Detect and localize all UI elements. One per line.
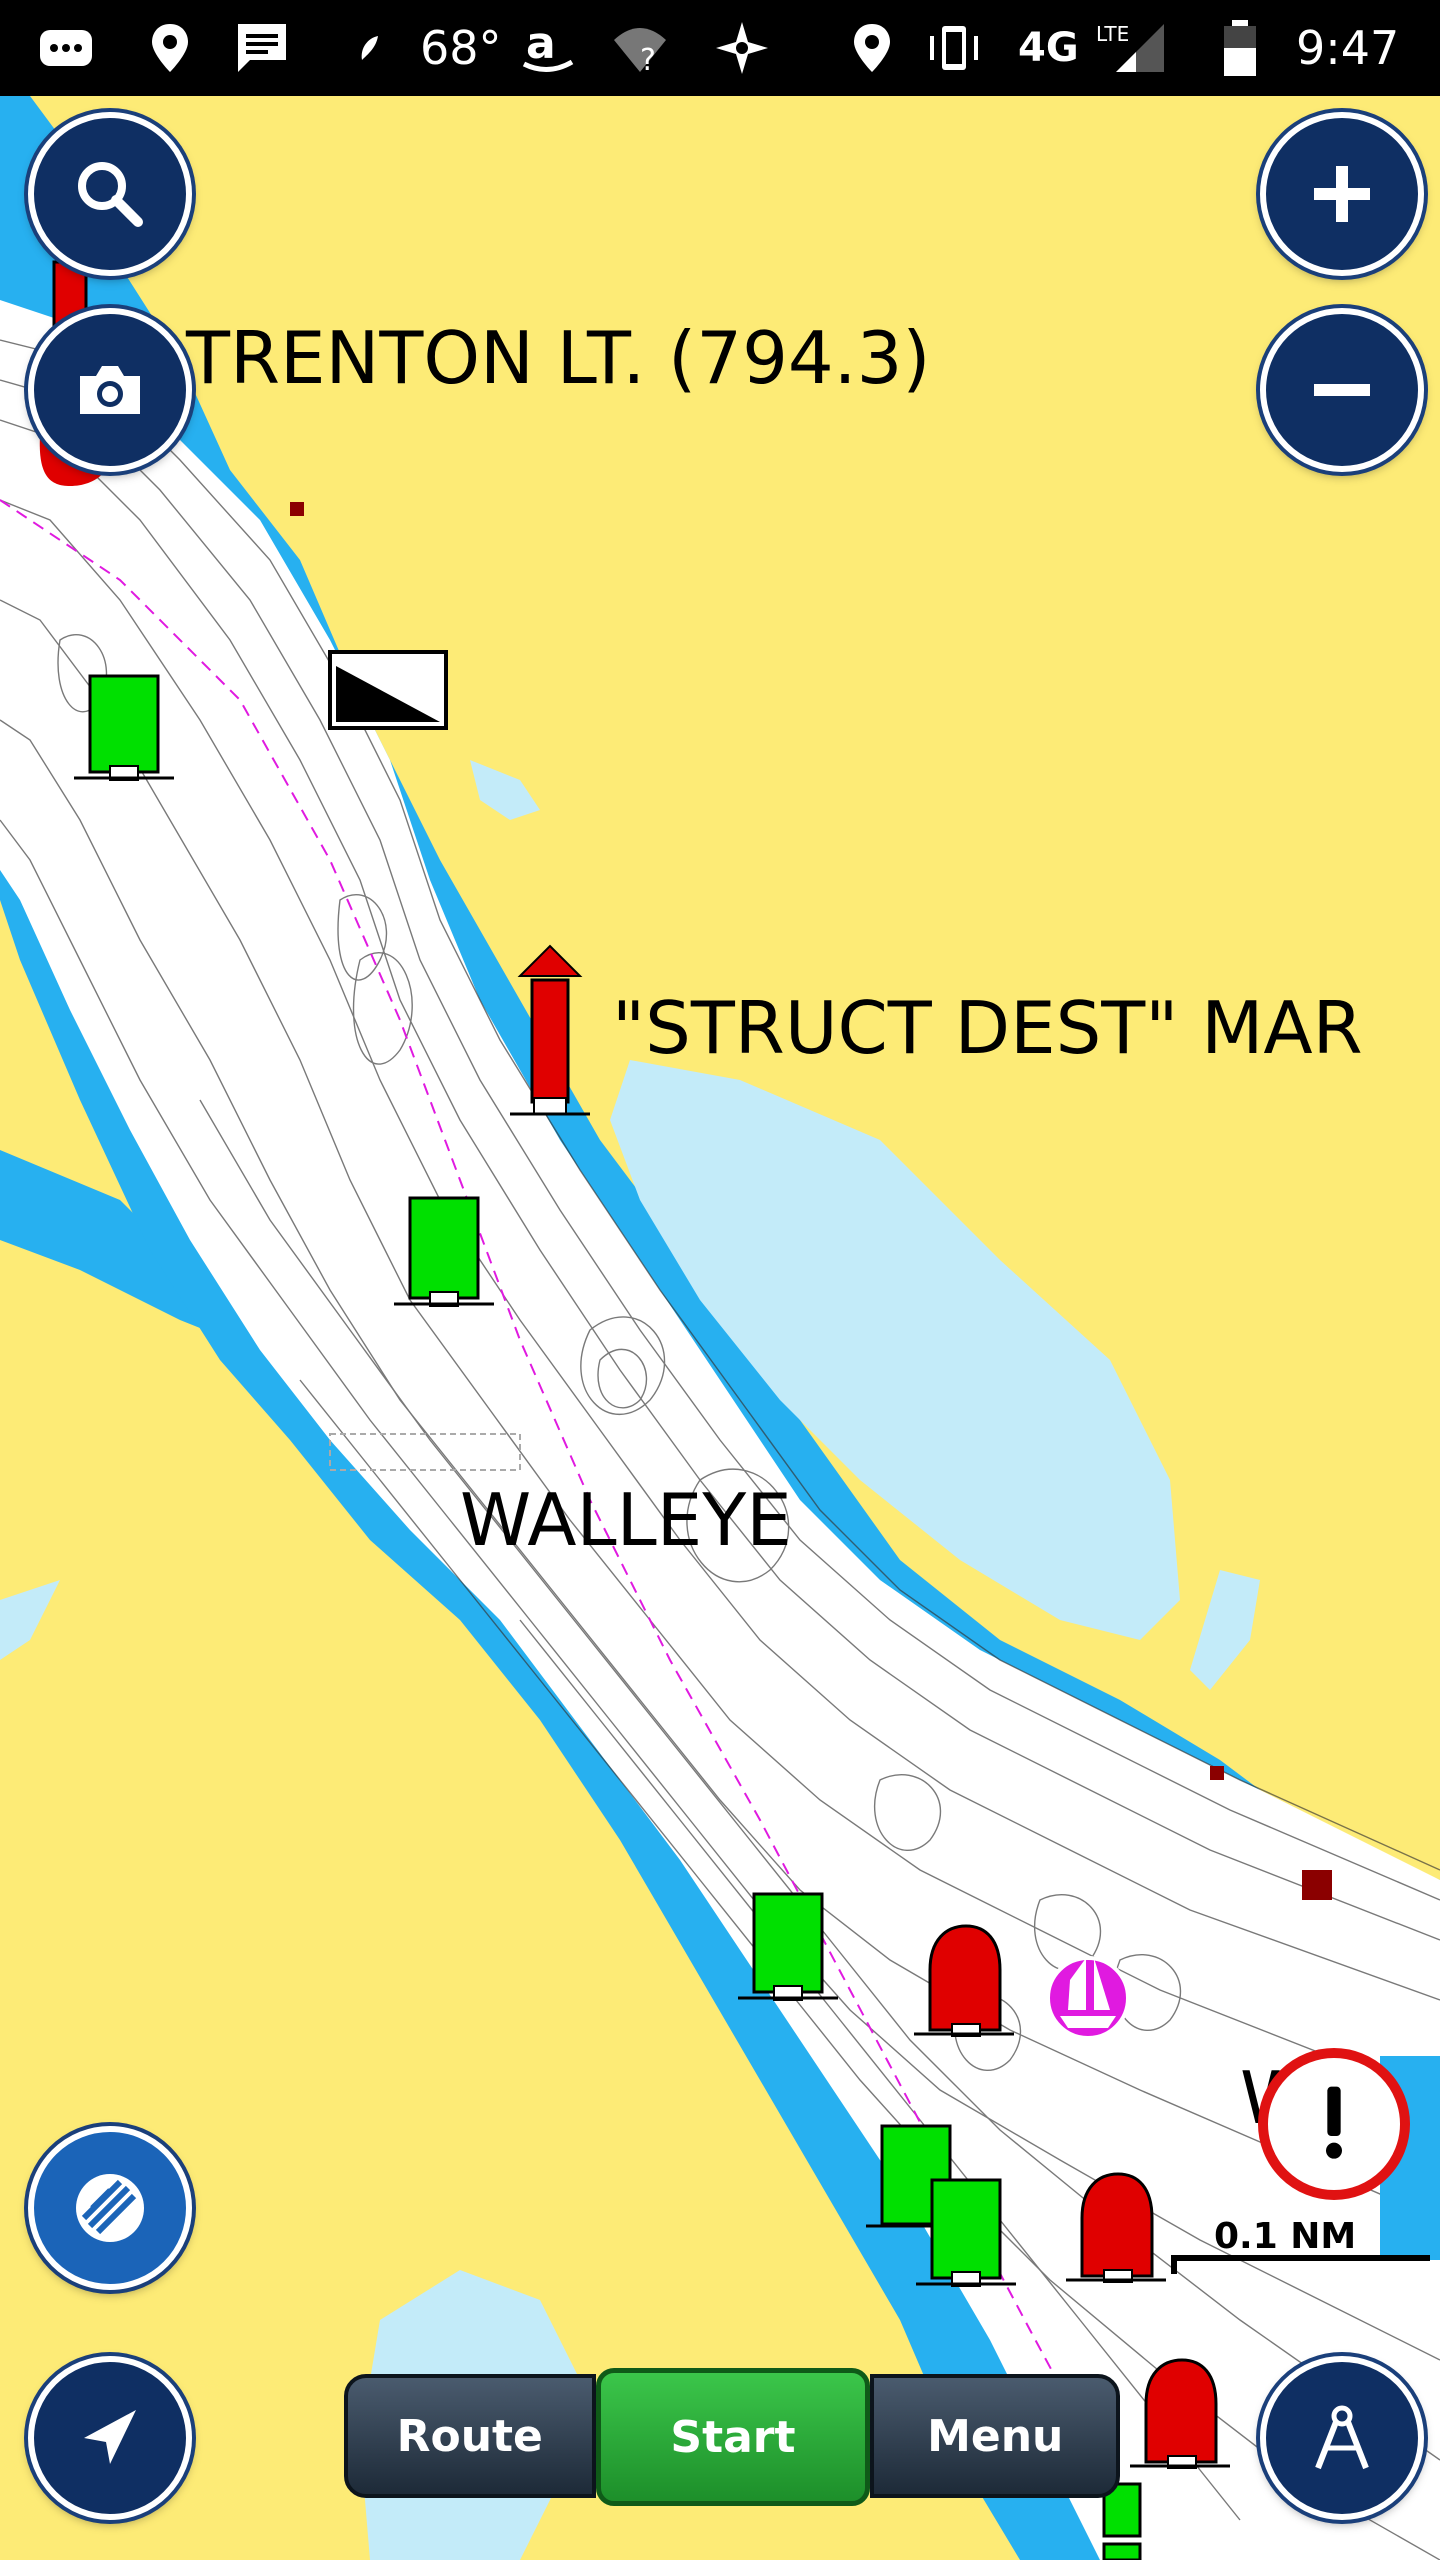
- boat-position-icon[interactable]: [1046, 1956, 1130, 2040]
- light-characteristic-sign: [328, 650, 448, 730]
- green-buoy-icon[interactable]: [394, 1196, 494, 1307]
- compass-divider-icon: [1315, 2405, 1369, 2470]
- battery-icon: [1210, 0, 1270, 96]
- green-buoy-icon[interactable]: [74, 674, 174, 781]
- start-button[interactable]: Start: [595, 2368, 871, 2506]
- menu-button[interactable]: Menu: [870, 2374, 1120, 2498]
- zoom-in-button[interactable]: [1260, 112, 1424, 276]
- svg-text:?: ?: [640, 43, 656, 78]
- status-bar: 68° a ? 4G LTE 9:47: [0, 0, 1440, 96]
- location-pin-icon: [140, 0, 200, 96]
- layers-button[interactable]: [28, 2126, 192, 2290]
- svg-text:a: a: [526, 18, 556, 69]
- clock-text: 9:47: [1296, 21, 1400, 75]
- location-icon: [842, 0, 902, 96]
- nautical-chart-map[interactable]: [0, 96, 1440, 2560]
- map-label-walleye: WALLEYE: [460, 1478, 792, 1562]
- zoom-out-button[interactable]: [1260, 308, 1424, 472]
- scale-bar: 0.1 NM: [1166, 2216, 1430, 2274]
- signal-icon: [1110, 0, 1170, 96]
- search-icon: [78, 162, 143, 227]
- exclamation-icon: [1326, 2086, 1342, 2159]
- small-mark-icon: [290, 502, 304, 516]
- network-type-text: 4G: [1018, 25, 1079, 71]
- camera-button[interactable]: [28, 308, 192, 472]
- search-button[interactable]: [28, 112, 192, 276]
- wifi-unknown-icon: ?: [610, 0, 670, 96]
- map-label-struct-dest: "STRUCT DEST" MAR: [612, 986, 1363, 1070]
- map-label-trenton: TRENTON LT. (794.3): [186, 316, 931, 400]
- minus-icon: [1314, 384, 1370, 396]
- warning-alert-button[interactable]: [1258, 2048, 1410, 2200]
- green-buoy-icon[interactable]: [738, 1892, 838, 2001]
- green-buoy-icon[interactable]: [916, 2178, 1016, 2287]
- gps-locate-button[interactable]: [28, 2356, 192, 2520]
- green-buoy-icon[interactable]: [1102, 2482, 1142, 2560]
- navigation-arrow-icon: [84, 2410, 136, 2464]
- more-notifications-icon: [36, 0, 96, 96]
- route-tools-button[interactable]: [1260, 2356, 1424, 2520]
- small-mark-icon: [1302, 1870, 1332, 1900]
- plus-icon: [1314, 166, 1370, 222]
- bottom-toolbar: Route Start Menu: [344, 2368, 1120, 2506]
- navionics-layers-icon: [76, 2174, 144, 2242]
- message-icon: [232, 0, 292, 96]
- vibrate-icon: [924, 0, 984, 96]
- camera-icon: [80, 366, 140, 414]
- small-mark-icon: [1210, 1766, 1224, 1780]
- app-notification-icon: [338, 0, 398, 96]
- amazon-icon: a: [518, 0, 578, 96]
- sync-icon: [712, 0, 772, 96]
- route-button[interactable]: Route: [344, 2374, 596, 2498]
- temperature-text: 68°: [420, 21, 502, 75]
